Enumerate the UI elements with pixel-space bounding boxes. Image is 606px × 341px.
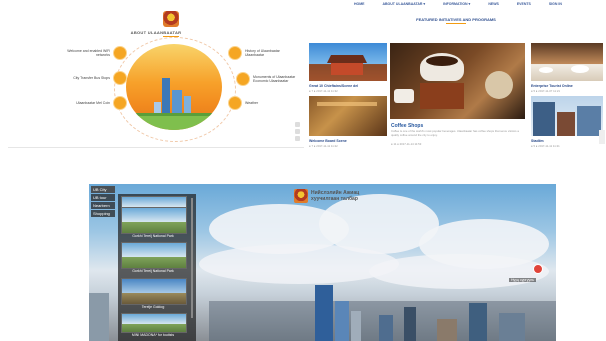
card-meta: ● 7 ● 2017-11-11 11:32 xyxy=(309,89,338,93)
card-meta: ● 5 ● 2017-11-11 11:21 xyxy=(531,144,560,148)
panorama-logo: Нийслэлийн Ажиац хуучилгаан талбар xyxy=(294,189,359,203)
hotspot-label: Нууц сургууль xyxy=(509,278,536,282)
menu-nearbern[interactable]: Nearbern xyxy=(91,202,115,209)
card-image-buildings[interactable] xyxy=(531,96,603,136)
top-nav: HOME ABOUT ULAANBAATAR ▾ INFORMATION ▾ N… xyxy=(306,2,606,10)
card-image-coffee[interactable] xyxy=(390,43,525,119)
about-title: ABOUT ULAANBAATAR xyxy=(130,30,182,35)
thumbnail[interactable] xyxy=(121,242,187,269)
thumbnail-scrollbar[interactable] xyxy=(191,198,193,318)
share-icon[interactable] xyxy=(599,130,605,144)
weather-icon xyxy=(228,96,242,110)
thumbnail-list: Gorkhi Terelj National Park Gorkhi Terel… xyxy=(118,194,196,341)
card-caption[interactable]: Stadiim xyxy=(531,139,544,143)
share-icon[interactable] xyxy=(295,136,300,141)
about-item-label: Monuments of Ulaanbaatar Economic Ulaanb… xyxy=(253,75,296,83)
side-toolbar xyxy=(295,122,301,143)
thumbnail-label: Gorkhi Terelj National Park xyxy=(132,234,174,238)
about-item-monuments[interactable]: Monuments of Ulaanbaatar Economic Ulaanb… xyxy=(236,72,297,86)
about-item-label: Welcome and enabled WiFi networks xyxy=(67,49,110,57)
logo-line-2: хуучилгаан талбар xyxy=(311,196,358,202)
thumbnail[interactable] xyxy=(121,278,187,305)
about-item-bus[interactable]: City Transfer Bus Stops xyxy=(66,71,127,85)
share-icon[interactable] xyxy=(295,122,300,127)
about-item-label: Weather xyxy=(245,101,259,105)
city-emblem-icon xyxy=(163,11,179,27)
history-icon xyxy=(228,46,242,60)
thumbnail[interactable] xyxy=(121,207,187,234)
card-caption[interactable]: Enterprise Tourist Online xyxy=(531,84,573,88)
about-panel: ABOUT ULAANBAATAR Welcome and enabled Wi… xyxy=(8,4,304,148)
nav-news[interactable]: NEWS xyxy=(488,2,499,10)
card-meta: ● 11 ● 2017-11-14 11:53 xyxy=(391,142,422,146)
city-emblem-icon xyxy=(294,189,308,203)
panorama-menu: UB City UB tour Nearbern Shopping xyxy=(91,186,115,218)
thumbnail-label: MINI MADONA* for toutists xyxy=(131,333,175,337)
nav-information[interactable]: INFORMATION ▾ xyxy=(443,2,470,10)
panorama-viewer[interactable]: Нийслэлийн Ажиац хуучилгаан талбар UB Ci… xyxy=(89,184,556,341)
nav-home[interactable]: HOME xyxy=(354,2,365,10)
card-image-restaurant[interactable] xyxy=(531,43,603,81)
nav-about[interactable]: ABOUT ULAANBAATAR ▾ xyxy=(383,2,426,10)
menu-shopping[interactable]: Shopping xyxy=(91,210,115,217)
nav-sign-in[interactable]: SIGN IN xyxy=(549,2,562,10)
about-item-label: Ulaanbaatar Mel Coin xyxy=(76,101,110,105)
about-item-wifi[interactable]: Welcome and enabled WiFi networks xyxy=(66,46,127,60)
thumbnail-label: Gorkhi Terelj National Park xyxy=(132,269,174,273)
thumbnail-label: Terelje Goldog xyxy=(141,305,165,309)
title-underline xyxy=(446,23,466,24)
monument-icon xyxy=(236,72,250,86)
about-item-coin[interactable]: Ulaanbaatar Mel Coin xyxy=(66,96,127,110)
featured-panel: HOME ABOUT ULAANBAATAR ▾ INFORMATION ▾ N… xyxy=(306,0,606,152)
coin-icon xyxy=(113,96,127,110)
about-item-weather[interactable]: Weather xyxy=(228,96,289,110)
thumbnail[interactable] xyxy=(121,313,187,333)
card-caption[interactable]: Welcome Board Scene xyxy=(309,139,347,143)
bus-icon xyxy=(113,71,127,85)
card-meta: ● 7 ● 2017-11-11 11:22 xyxy=(309,144,338,148)
hotspot-marker-icon[interactable] xyxy=(533,264,543,274)
card-description: Coffee is one of the world's most popula… xyxy=(391,129,519,137)
featured-title: FEATURED INITIATIVES AND PROGRAMS xyxy=(416,17,496,22)
about-item-label: City Transfer Bus Stops xyxy=(73,76,110,80)
wifi-icon xyxy=(113,46,127,60)
nav-events[interactable]: EVENTS xyxy=(517,2,531,10)
share-icon[interactable] xyxy=(295,129,300,134)
card-meta: ● 5 ● 2017-11-07 11:21 xyxy=(531,89,560,93)
card-caption[interactable]: Great 10 Chieftains/Scene del xyxy=(309,84,358,88)
about-item-label: History of Ulaanbaatar Ulaanbaatar xyxy=(245,49,280,57)
city-illustration xyxy=(126,44,222,130)
menu-ub-city[interactable]: UB City xyxy=(91,186,115,193)
about-item-history[interactable]: History of Ulaanbaatar Ulaanbaatar xyxy=(228,46,289,60)
card-image-temple[interactable] xyxy=(309,43,387,81)
card-image-interior[interactable] xyxy=(309,96,387,136)
menu-ub-tour[interactable]: UB tour xyxy=(91,194,115,201)
